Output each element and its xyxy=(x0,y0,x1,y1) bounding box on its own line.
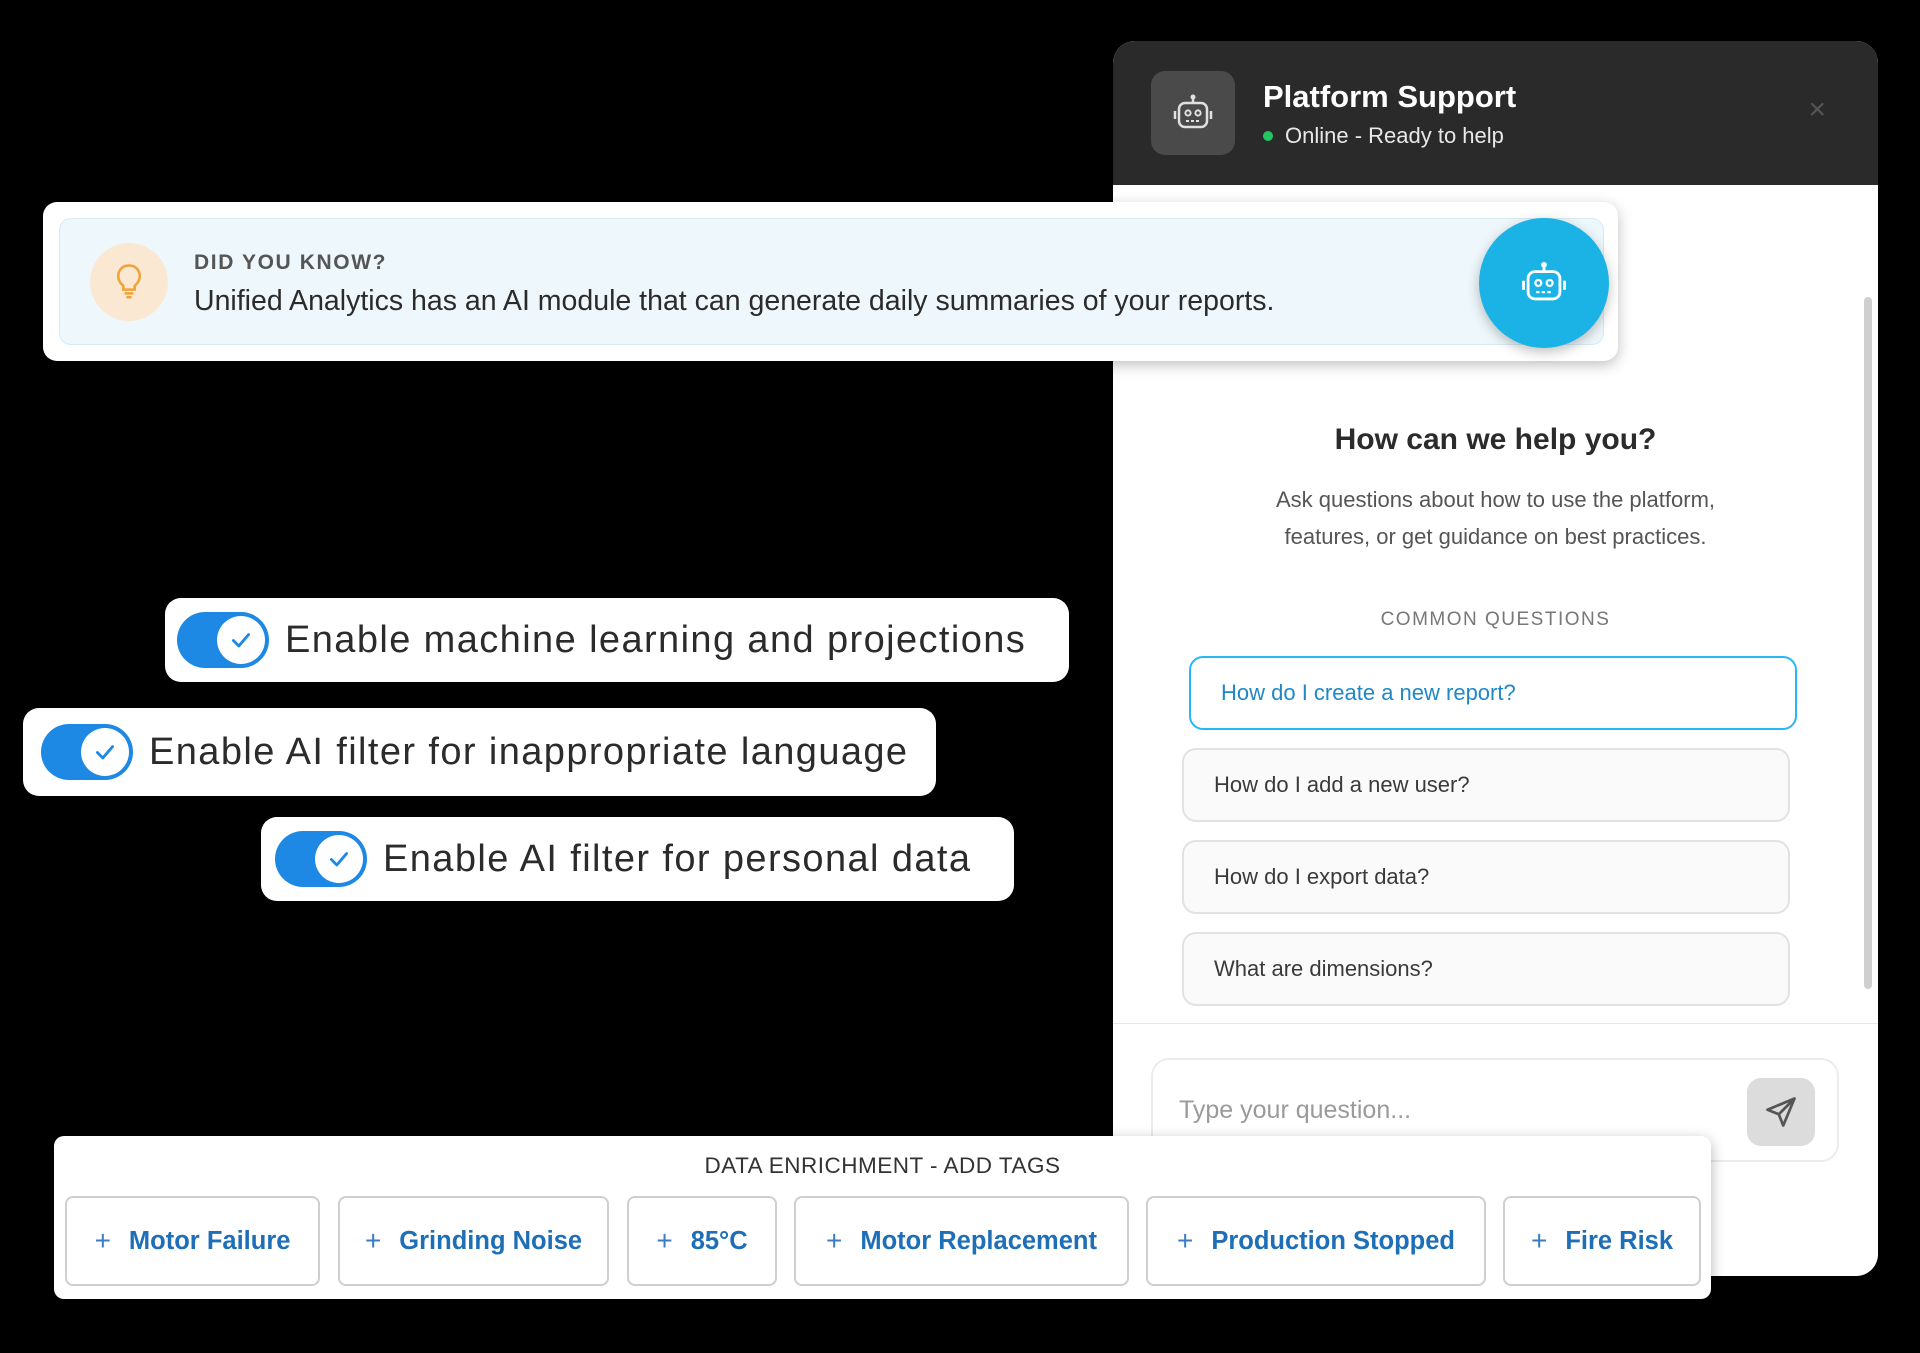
chat-status-text: Online - Ready to help xyxy=(1285,123,1504,148)
chat-status: Online - Ready to help xyxy=(1263,123,1504,149)
tag-grinding-noise-button[interactable]: + Grinding Noise xyxy=(338,1196,609,1286)
did-you-know-text: Unified Analytics has an AI module that … xyxy=(194,285,1275,317)
tag-fire-risk-button[interactable]: + Fire Risk xyxy=(1503,1196,1701,1286)
inappropriate-language-switch[interactable] xyxy=(41,724,133,780)
check-icon xyxy=(315,835,363,883)
tag-85c-button[interactable]: + 85°C xyxy=(627,1196,777,1286)
tag-label: 85°C xyxy=(690,1226,748,1255)
help-description: Ask questions about how to use the platf… xyxy=(1193,481,1798,555)
check-icon xyxy=(81,728,129,776)
robot-icon xyxy=(1151,71,1235,155)
personal-data-switch[interactable] xyxy=(275,831,367,887)
online-status-dot xyxy=(1263,131,1273,141)
send-icon xyxy=(1766,1097,1796,1127)
tag-motor-failure-button[interactable]: + Motor Failure xyxy=(65,1196,320,1286)
question-add-user-button[interactable]: How do I add a new user? xyxy=(1182,748,1790,822)
plus-icon: + xyxy=(94,1225,111,1256)
plus-icon: + xyxy=(656,1225,673,1256)
tag-label: Grinding Noise xyxy=(399,1226,583,1255)
plus-icon: + xyxy=(1176,1225,1194,1256)
did-you-know-panel: DID YOU KNOW? Unified Analytics has an A… xyxy=(59,218,1604,345)
inappropriate-language-label: Enable AI filter for inappropriate langu… xyxy=(149,730,909,773)
plus-icon: + xyxy=(1530,1225,1548,1256)
chat-header: Platform Support Online - Ready to help … xyxy=(1113,41,1878,185)
common-questions-label: COMMON QUESTIONS xyxy=(1380,609,1611,630)
toggle-personal-data-filter: Enable AI filter for personal data xyxy=(261,817,1014,901)
toggle-machine-learning: Enable machine learning and projections xyxy=(165,598,1069,682)
help-description-line: features, or get guidance on best practi… xyxy=(1284,524,1707,549)
tag-label: Motor Replacement xyxy=(860,1226,1097,1255)
data-enrichment-title: DATA ENRICHMENT - ADD TAGS xyxy=(704,1153,1061,1178)
help-description-line: Ask questions about how to use the platf… xyxy=(1275,487,1716,512)
did-you-know-heading: DID YOU KNOW? xyxy=(194,251,388,274)
check-icon xyxy=(217,616,265,664)
tag-production-stopped-button[interactable]: + Production Stopped xyxy=(1146,1196,1486,1286)
machine-learning-switch[interactable] xyxy=(177,612,269,668)
scrollbar-thumb[interactable] xyxy=(1864,297,1872,989)
lightbulb-icon xyxy=(90,243,168,321)
plus-icon: + xyxy=(364,1225,382,1256)
question-create-report-button[interactable]: How do I create a new report? xyxy=(1189,656,1797,730)
tag-label: Fire Risk xyxy=(1565,1226,1674,1255)
data-enrichment-card: DATA ENRICHMENT - ADD TAGS + Motor Failu… xyxy=(54,1136,1711,1299)
help-title: How can we help you? xyxy=(1334,423,1657,456)
plus-icon: + xyxy=(826,1225,843,1256)
tag-motor-replacement-button[interactable]: + Motor Replacement xyxy=(794,1196,1129,1286)
robot-icon xyxy=(1522,261,1566,301)
question-dimensions-button[interactable]: What are dimensions? xyxy=(1182,932,1790,1006)
tag-label: Production Stopped xyxy=(1211,1226,1455,1255)
personal-data-label: Enable AI filter for personal data xyxy=(383,837,972,880)
toggle-inappropriate-language-filter: Enable AI filter for inappropriate langu… xyxy=(23,708,936,796)
question-input[interactable] xyxy=(1177,1088,1717,1132)
tag-label: Motor Failure xyxy=(128,1226,291,1255)
assistant-launcher-button[interactable] xyxy=(1479,218,1609,348)
machine-learning-label: Enable machine learning and projections xyxy=(285,618,1027,661)
chat-title: Platform Support xyxy=(1263,79,1517,114)
close-icon[interactable]: × xyxy=(1808,95,1826,125)
did-you-know-card: DID YOU KNOW? Unified Analytics has an A… xyxy=(43,202,1618,361)
send-button[interactable] xyxy=(1747,1078,1815,1146)
question-export-data-button[interactable]: How do I export data? xyxy=(1182,840,1790,914)
